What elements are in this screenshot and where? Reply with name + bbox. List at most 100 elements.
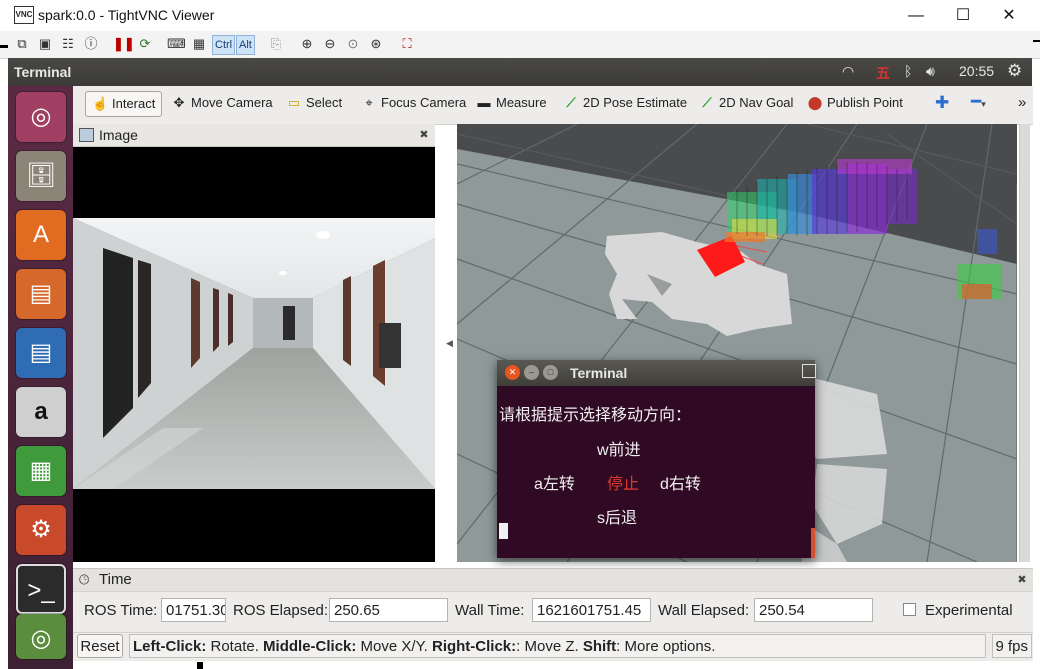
measure-label: Measure xyxy=(496,95,547,110)
move-camera-label: Move Camera xyxy=(191,95,273,110)
volume-icon[interactable]: 🔊︎ xyxy=(926,63,935,80)
ctrl-key-toggle[interactable]: Ctrl xyxy=(212,35,236,55)
bluetooth-icon[interactable]: ᛒ xyxy=(904,63,912,79)
middle-click-desc: Move X/Y. xyxy=(356,638,432,655)
wall-time-field[interactable]: 1621601751.45 xyxy=(532,598,651,622)
zoom-fit-icon[interactable]: ⊛ xyxy=(367,35,385,53)
nav-goal-tool[interactable]: ⟋ 2D Nav Goal xyxy=(699,95,793,111)
camera-image xyxy=(73,218,435,489)
calc-icon[interactable]: ▦ xyxy=(16,446,66,496)
wall-elapsed-label: Wall Elapsed: xyxy=(658,602,750,619)
zoom-out-icon[interactable]: ⊖ xyxy=(321,35,339,53)
window-titlebar: VNC spark:0.0 - TightVNC Viewer — ☐ ✕ xyxy=(0,0,1040,31)
rviz-icon[interactable]: ◎ xyxy=(16,614,66,659)
terminal-scrollbar[interactable] xyxy=(811,528,815,558)
close-button[interactable]: ✕ xyxy=(986,0,1032,31)
refresh-icon[interactable]: ⟳ xyxy=(136,35,154,53)
ctrl-esc-icon[interactable]: ▦ xyxy=(190,35,208,53)
left-click-desc: Rotate. xyxy=(206,638,264,655)
image-display-icon xyxy=(79,128,94,142)
terminal-icon[interactable]: >_ xyxy=(16,564,66,614)
ubuntu-top-panel: Terminal ◠ 五 ᛒ 🔊︎ 20:55 ⚙ xyxy=(8,58,1032,86)
desktop-edge xyxy=(0,45,8,48)
publish-point-label: Publish Point xyxy=(827,95,903,110)
terminal-titlebar[interactable]: ✕ – □ Terminal xyxy=(497,360,816,386)
new-connection-icon[interactable]: ⧉ xyxy=(13,35,31,53)
ubuntu-logo-icon[interactable]: ◎ xyxy=(16,92,66,142)
input-method-icon[interactable]: 五 xyxy=(876,63,890,83)
splitter-left-arrow-icon[interactable]: ◀ xyxy=(446,338,453,349)
remove-tool-button[interactable]: ━▾ xyxy=(971,92,986,112)
hand-icon: ☝ xyxy=(92,96,109,111)
writer-icon[interactable]: ▤ xyxy=(16,328,66,378)
time-panel-close-icon[interactable]: ✖ xyxy=(1015,573,1029,587)
terminal-maximize-icon[interactable]: □ xyxy=(543,365,558,380)
info-icon[interactable]: ⓘ xyxy=(82,35,100,53)
panel-clock[interactable]: 20:55 xyxy=(959,63,994,79)
terminal-minimize-icon[interactable]: – xyxy=(524,365,539,380)
select-tool[interactable]: ▭ Select xyxy=(286,95,342,111)
interact-tool[interactable]: ☝ Interact xyxy=(85,91,163,117)
experimental-checkbox[interactable] xyxy=(903,603,916,616)
middle-click-key: Middle-Click: xyxy=(263,638,357,655)
crosshair-icon: ⌖ xyxy=(365,95,373,110)
desktop-edge xyxy=(1033,40,1040,42)
save-icon[interactable]: ▣ xyxy=(36,35,54,53)
move-icon: ✥ xyxy=(173,95,185,110)
terminal-resize-icon[interactable] xyxy=(802,364,816,378)
terminal-right: d右转 xyxy=(660,476,701,493)
files-icon[interactable]: 🗄︎ xyxy=(16,151,66,201)
left-click-key: Left-Click: xyxy=(133,638,207,655)
settings-gear-icon[interactable]: ⚙ xyxy=(1007,61,1022,81)
terminal-stop: 停止 xyxy=(607,476,640,493)
terminal-prompt: 请根据提示选择移动方向： xyxy=(499,407,692,424)
move-camera-tool[interactable]: ✥ Move Camera xyxy=(171,95,273,111)
terminal-close-icon[interactable]: ✕ xyxy=(505,365,520,380)
experimental-label: Experimental xyxy=(925,602,1013,619)
status-hint: Left-Click: Rotate. Middle-Click: Move X… xyxy=(129,634,986,658)
more-tools-chevron-icon[interactable]: » xyxy=(1018,94,1026,111)
wall-elapsed-field[interactable]: 250.54 xyxy=(754,598,873,622)
right-dock-splitter[interactable] xyxy=(1019,124,1030,562)
alt-key-toggle[interactable]: Alt xyxy=(236,35,255,55)
vnc-app-icon[interactable]: VNC xyxy=(14,6,34,24)
vnc-toolbar: ⧉ ▣ ☷ ⓘ ❚❚ ⟳ ⌨ ▦ Ctrl Alt ⎘ ⊕ ⊖ ⊙ ⊛ ⛶ xyxy=(0,31,1040,59)
reset-button[interactable]: Reset xyxy=(77,634,123,658)
options-icon[interactable]: ☷ xyxy=(59,35,77,53)
minimize-button[interactable]: — xyxy=(893,0,939,31)
add-tool-button[interactable]: ✚ xyxy=(935,93,949,113)
ros-time-field[interactable]: 01751.30 xyxy=(161,598,226,622)
zoom-in-icon[interactable]: ⊕ xyxy=(298,35,316,53)
system-settings-icon[interactable]: ⚙ xyxy=(16,505,66,555)
nav-arrow-icon: ⟋ xyxy=(702,95,712,110)
amazon-icon[interactable]: a xyxy=(16,387,66,437)
ros-time-label: ROS Time: xyxy=(84,602,158,619)
maximize-button[interactable]: ☐ xyxy=(940,0,986,31)
time-panel-header: 🕒︎ Time ✖ xyxy=(73,568,1033,592)
time-panel-title: Time xyxy=(99,571,132,588)
wall-time-label: Wall Time: xyxy=(455,602,525,619)
software-center-icon[interactable]: A xyxy=(16,210,66,260)
zoom-100-icon[interactable]: ⊙ xyxy=(344,35,362,53)
publish-point-tool[interactable]: ⬤ Publish Point xyxy=(807,95,903,111)
select-box-icon: ▭ xyxy=(287,95,301,110)
ctrl-alt-del-icon[interactable]: ⌨ xyxy=(167,35,186,53)
focus-camera-label: Focus Camera xyxy=(381,95,467,110)
right-click-desc: : Move Z. xyxy=(516,638,583,655)
wifi-icon[interactable]: ◠ xyxy=(842,63,854,80)
ros-elapsed-label: ROS Elapsed: xyxy=(233,602,329,619)
pose-estimate-tool[interactable]: ⟋ 2D Pose Estimate xyxy=(563,95,687,111)
measure-tool[interactable]: ▬ Measure xyxy=(476,95,547,110)
clipboard-icon[interactable]: ⎘ xyxy=(267,35,285,53)
pause-icon[interactable]: ❚❚ xyxy=(113,35,135,53)
map-pin-icon: ⬤ xyxy=(807,95,823,110)
window-title: spark:0.0 - TightVNC Viewer xyxy=(38,7,215,23)
image-panel-close-icon[interactable]: ✖ xyxy=(417,128,431,142)
terminal-window[interactable]: ✕ – □ Terminal 请根据提示选择移动方向： w前进 a左转 停止 d… xyxy=(497,360,816,558)
interact-label: Interact xyxy=(112,96,156,111)
fullscreen-icon[interactable]: ⛶ xyxy=(398,35,416,53)
impress-icon[interactable]: ▤ xyxy=(16,269,66,319)
fps-readout: 9 fps xyxy=(992,634,1032,658)
ros-elapsed-field[interactable]: 250.65 xyxy=(329,598,448,622)
focus-camera-tool[interactable]: ⌖ Focus Camera xyxy=(361,95,466,111)
